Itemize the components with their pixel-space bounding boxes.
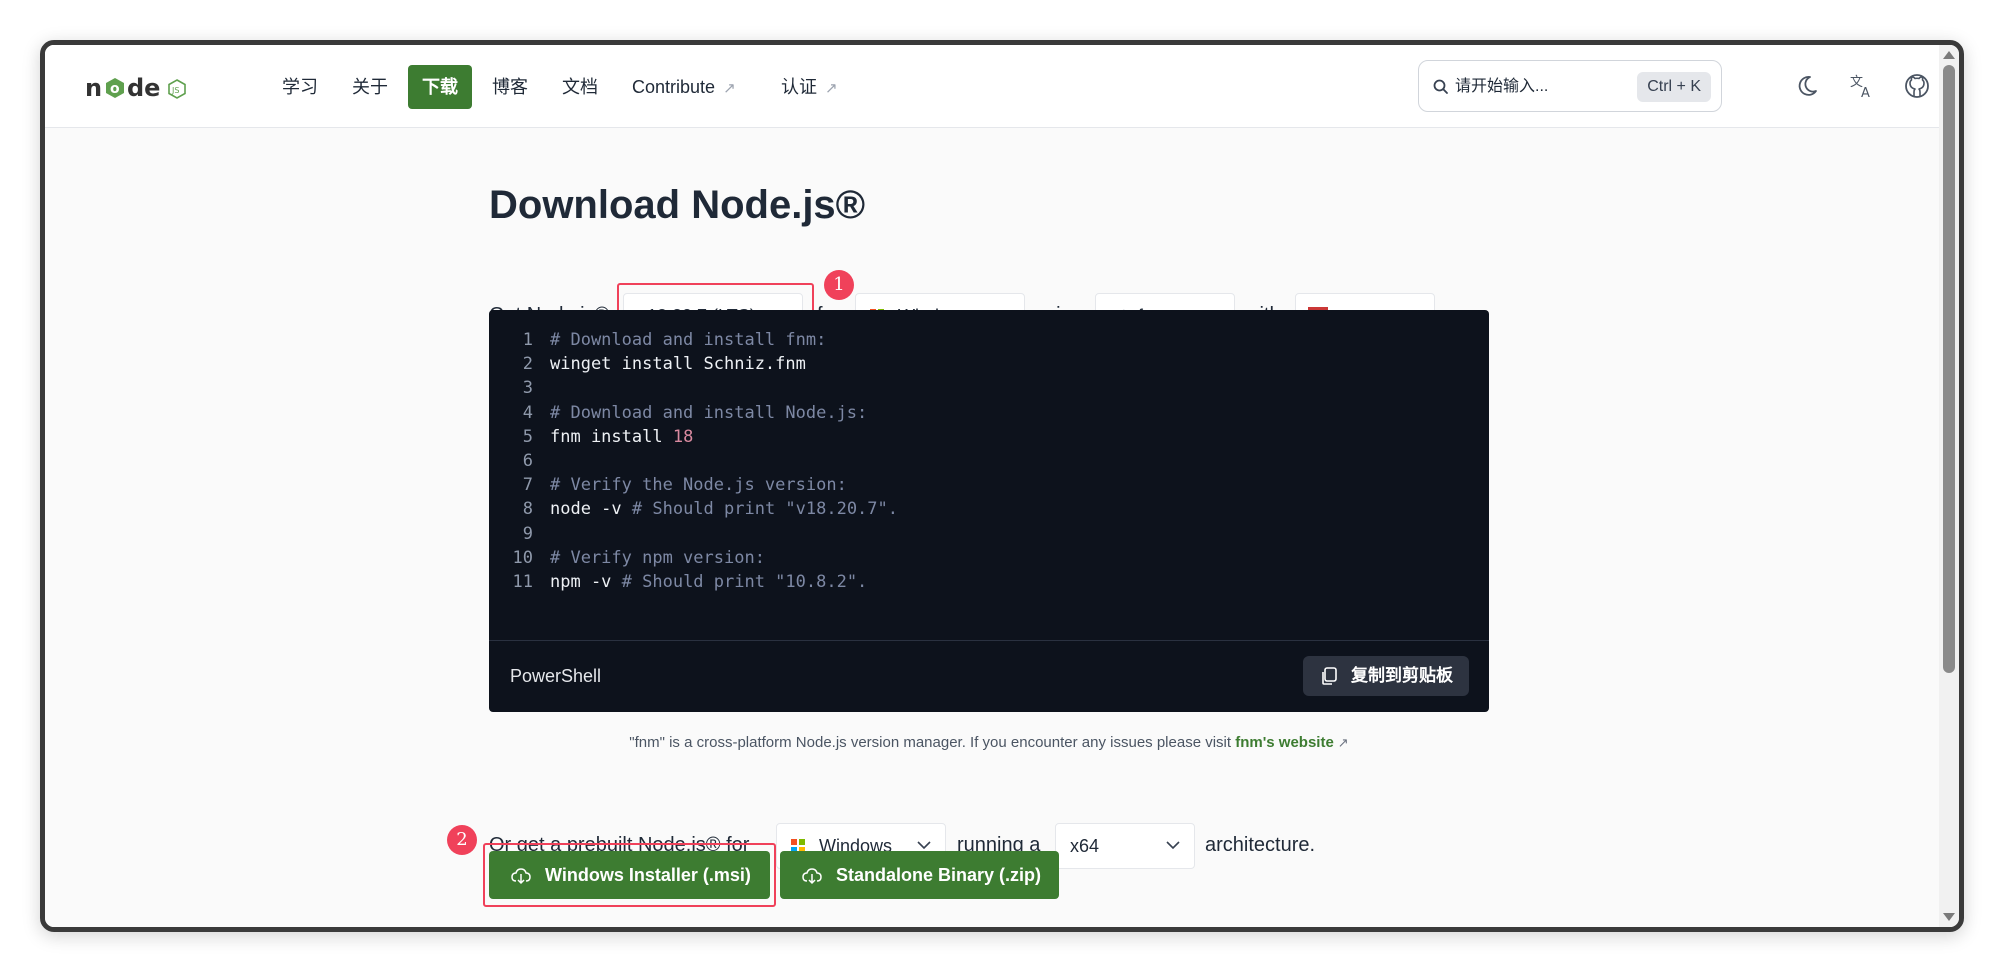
code-footer: PowerShell 复制到剪贴板 <box>489 640 1489 712</box>
line-number: 11 <box>512 571 533 592</box>
svg-text:o: o <box>110 81 120 97</box>
search-box[interactable]: 请开始输入... Ctrl + K <box>1418 60 1722 112</box>
code-token: winget install Schniz.fnm <box>550 354 806 375</box>
standalone-binary-button[interactable]: Standalone Binary (.zip) <box>780 851 1059 899</box>
nav-contribute[interactable]: Contribute ↗ <box>618 65 750 109</box>
external-link-icon: ↗ <box>825 80 838 97</box>
code-line: 8 node -v # Should print "v18.20.7". <box>489 497 898 521</box>
architecture-label: architecture. <box>1205 834 1316 856</box>
fnm-note-text: "fnm" is a cross-platform Node.js versio… <box>629 734 1236 751</box>
nodejs-logo[interactable]: n o de JS <box>85 70 195 106</box>
code-token: 18 <box>672 426 694 447</box>
code-token: fnm install <box>550 426 673 447</box>
code-line: 7 # Verify the Node.js version: <box>489 473 898 497</box>
fnm-note: "fnm" is a cross-platform Node.js versio… <box>489 734 1489 751</box>
copy-button-label: 复制到剪贴板 <box>1351 666 1453 685</box>
line-number: 8 <box>522 499 533 520</box>
code-token: # Verify the Node.js version: <box>550 475 847 496</box>
line-number: 7 <box>522 475 533 496</box>
moon-icon[interactable] <box>1793 72 1821 100</box>
download-icon <box>802 868 822 885</box>
nav-docs[interactable]: 文档 <box>548 65 612 109</box>
nav-certification[interactable]: 认证 ↗ <box>767 65 852 109</box>
code-line: 11 npm -v # Should print "10.8.2". <box>489 570 898 594</box>
line-number: 3 <box>522 378 533 399</box>
code-token: # Should print "v18.20.7". <box>631 499 898 520</box>
search-icon <box>1433 79 1448 94</box>
external-link-icon: ↗ <box>723 80 736 97</box>
code-line: 10 # Verify npm version: <box>489 546 898 570</box>
browser-frame: n o de JS 学习 关于 下载 博客 文档 Contribute ↗ 认证 ↗ <box>40 40 1964 932</box>
page-viewport: n o de JS 学习 关于 下载 博客 文档 Contribute ↗ 认证 ↗ <box>45 45 1939 927</box>
search-placeholder: 请开始输入... <box>1455 78 1549 95</box>
line-number: 9 <box>522 523 533 544</box>
github-icon[interactable] <box>1903 72 1931 100</box>
nav-learn[interactable]: 学习 <box>268 65 332 109</box>
line-number: 2 <box>522 354 533 375</box>
nav-blog[interactable]: 博客 <box>478 65 542 109</box>
shell-label: PowerShell <box>510 666 602 686</box>
code-line: 5 fnm install 18 <box>489 425 898 449</box>
step-badge-1: 1 <box>824 270 854 300</box>
external-link-icon: ↗ <box>1337 735 1349 750</box>
line-number: 1 <box>522 330 533 350</box>
nav-download[interactable]: 下载 <box>408 65 472 109</box>
scrollbar-thumb[interactable] <box>1943 65 1955 673</box>
code-line: 1 # Download and install fnm: <box>489 328 898 352</box>
line-number: 10 <box>512 547 533 568</box>
code-token: # Download and install Node.js: <box>550 402 868 423</box>
code-line: 9 <box>489 522 898 546</box>
code-line: 2 winget install Schniz.fnm <box>489 352 898 376</box>
arch-select[interactable]: x64 <box>1055 823 1195 869</box>
chevron-down-icon <box>917 841 931 850</box>
svg-text:JS: JS <box>171 86 179 95</box>
code-line: 6 <box>489 449 898 473</box>
fnm-website-link[interactable]: fnm's website <box>1235 734 1334 751</box>
standalone-binary-label: Standalone Binary (.zip) <box>836 865 1042 885</box>
code-token: # Download and install fnm: <box>550 330 827 350</box>
scroll-up-arrow-icon[interactable] <box>1943 51 1955 59</box>
line-number: 5 <box>522 426 533 447</box>
translate-icon[interactable]: 文 A <box>1848 72 1876 100</box>
svg-text:n: n <box>85 74 102 102</box>
svg-text:A: A <box>1861 86 1870 100</box>
code-block: 1 # Download and install fnm: 2 winget inst… <box>489 310 1489 712</box>
line-number: 4 <box>522 402 533 423</box>
nav-about[interactable]: 关于 <box>338 65 402 109</box>
page-title: Download Node.js® <box>489 183 866 227</box>
top-nav: n o de JS 学习 关于 下载 博客 文档 Contribute ↗ 认证 ↗ <box>45 45 1939 128</box>
chevron-down-icon <box>1166 841 1180 850</box>
code-token: npm -v <box>550 571 622 592</box>
code-line: 3 <box>489 376 898 400</box>
code-token: node -v <box>550 499 632 520</box>
line-number: 6 <box>522 450 533 471</box>
code-lines: 1 # Download and install fnm: 2 winget inst… <box>489 328 898 594</box>
svg-text:de: de <box>127 74 160 102</box>
copy-to-clipboard-button[interactable]: 复制到剪贴板 <box>1303 656 1469 696</box>
scroll-down-arrow-icon[interactable] <box>1943 913 1955 921</box>
arch-select-value: x64 <box>1070 836 1100 856</box>
code-token: # Should print "10.8.2". <box>621 571 868 592</box>
search-shortcut: Ctrl + K <box>1637 72 1711 102</box>
copy-icon <box>1322 667 1337 685</box>
code-line: 4 # Download and install Node.js: <box>489 401 898 425</box>
vertical-scrollbar[interactable] <box>1939 45 1959 927</box>
step-badge-2: 2 <box>447 825 477 855</box>
highlight-box-2 <box>483 843 776 907</box>
code-token: # Verify npm version: <box>550 547 765 568</box>
